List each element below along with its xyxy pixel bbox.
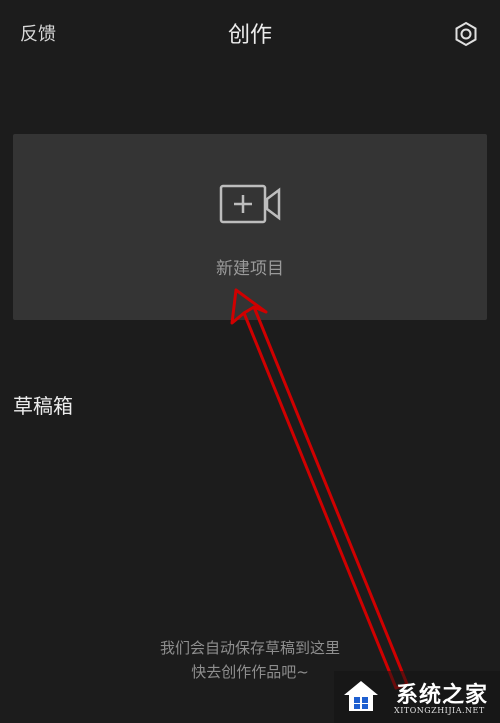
page-title: 创作 bbox=[227, 23, 272, 48]
top-bar: 反馈 创作 bbox=[0, 0, 500, 64]
video-camera-plus-icon bbox=[219, 184, 281, 224]
watermark-text: 系统之家 bbox=[396, 683, 489, 708]
watermark: 系统之家 XITONGZHIJIA.NET bbox=[334, 671, 500, 723]
watermark-subtext: XITONGZHIJIA.NET bbox=[394, 706, 485, 715]
annotation-arrow bbox=[230, 288, 409, 690]
drafts-heading: 草稿箱 bbox=[13, 394, 73, 418]
drafts-empty-line-1: 我们会自动保存草稿到这里 bbox=[159, 639, 340, 657]
new-project-card[interactable]: 新建项目 bbox=[13, 134, 487, 320]
settings-button[interactable] bbox=[452, 20, 480, 48]
new-project-label: 新建项目 bbox=[216, 259, 284, 279]
house-logo-icon bbox=[344, 681, 378, 711]
gear-icon bbox=[455, 21, 477, 47]
